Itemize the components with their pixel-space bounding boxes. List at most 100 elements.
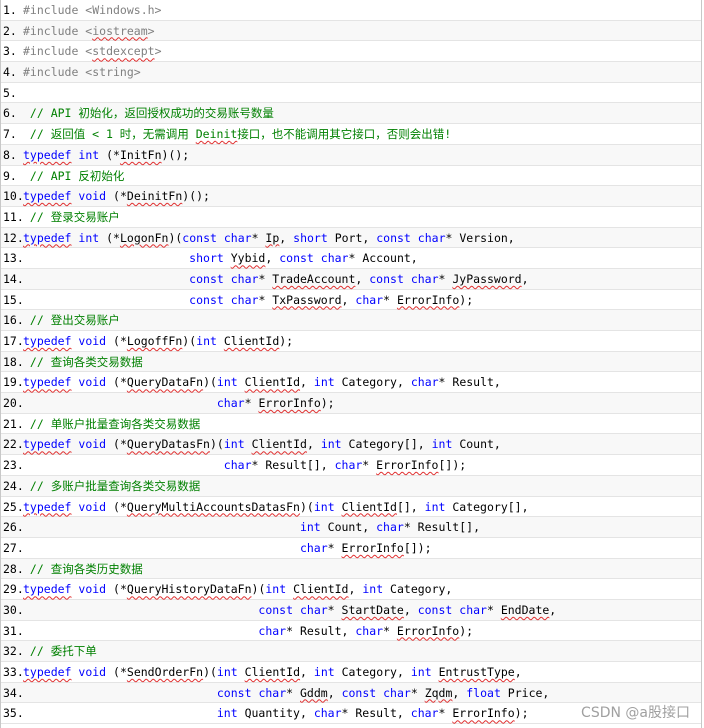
code-token: int xyxy=(223,437,245,452)
code-token: )( xyxy=(182,334,197,348)
code-line: 3. #include <stdexcept> xyxy=(1,41,701,63)
code-token: * Version, xyxy=(445,230,515,245)
code-token: void xyxy=(78,499,107,514)
code-token: const xyxy=(189,292,224,307)
code-line: 15. const char* TxPassword, char* ErrorI… xyxy=(1,290,701,311)
code-line: 2. #include <iostream> xyxy=(1,20,701,42)
code-line: 14. const char* TradeAccount, const char… xyxy=(1,268,701,290)
code-token: Deinit xyxy=(195,127,238,142)
code-token: #include < xyxy=(23,23,93,38)
code-line: 29. typedef void (*QueryHistoryDataFn)(in… xyxy=(1,579,701,600)
code-token: // API 反初始化 xyxy=(23,168,125,183)
code-token: void xyxy=(78,375,107,390)
code-text: // 登录交易账户 xyxy=(23,207,120,227)
code-token: void xyxy=(78,582,107,597)
line-number: 2. xyxy=(3,23,17,38)
code-token: int xyxy=(216,665,238,679)
code-token: int xyxy=(78,147,100,162)
code-token: int xyxy=(299,520,321,535)
code-token: EndDate xyxy=(500,602,550,617)
code-text: // 多账户批量查询各类交易数据 xyxy=(23,476,200,496)
line-number: 35. xyxy=(3,706,24,721)
line-number: 13. xyxy=(3,251,24,266)
code-token: char xyxy=(459,602,487,617)
code-token: , xyxy=(279,230,294,245)
code-token: int xyxy=(410,665,432,679)
code-token: LogonFn xyxy=(119,230,169,245)
code-token: * xyxy=(258,271,273,286)
code-token: , xyxy=(348,582,363,597)
code-token: , xyxy=(300,375,314,390)
code-text: const char* Gddm, const char* Zqdm, floa… xyxy=(23,683,549,703)
code-token: const xyxy=(258,602,294,617)
code-token: const xyxy=(376,230,411,245)
code-token: ErrorInfo xyxy=(396,292,460,307)
code-token: * xyxy=(438,706,453,721)
line-number: 31. xyxy=(3,623,24,638)
code-token: ClientId xyxy=(251,437,307,452)
code-token: // 单账户批量查询各类交易数据 xyxy=(23,416,201,431)
code-token: , xyxy=(265,251,280,266)
code-token: int xyxy=(431,437,453,452)
code-token: Port, xyxy=(327,230,377,245)
code-token: * xyxy=(244,396,259,411)
code-token: DeinitFn xyxy=(126,189,183,204)
line-number: 11. xyxy=(3,209,24,224)
code-token: stdexcept xyxy=(92,44,155,59)
code-token: iostream xyxy=(92,23,148,38)
code-token: []); xyxy=(403,540,432,555)
code-token: Category, xyxy=(383,582,453,597)
line-number: 29. xyxy=(3,582,24,597)
code-token: #include <Windows.h> xyxy=(23,3,162,17)
code-token: (* xyxy=(106,375,127,390)
code-token: * xyxy=(383,292,397,307)
code-token: ClientId xyxy=(341,499,397,514)
code-text: #include <stdexcept> xyxy=(23,41,162,61)
code-token: ); xyxy=(279,334,294,348)
line-number: 8. xyxy=(3,147,17,162)
code-token: char xyxy=(410,271,439,286)
code-token: typedef xyxy=(23,189,72,204)
code-token: * Result, xyxy=(286,623,356,638)
code-text: typedef int (*LogonFn)(const char* Ip, s… xyxy=(23,228,515,248)
line-number: 27. xyxy=(3,540,24,555)
line-number: 21. xyxy=(3,416,24,431)
line-number: 3. xyxy=(3,44,17,59)
line-number: 19. xyxy=(3,375,24,390)
code-token: // 登录交易账户 xyxy=(23,209,120,224)
code-token: * Account, xyxy=(348,251,418,266)
code-token: typedef xyxy=(23,437,72,452)
code-token: Count, xyxy=(320,520,377,535)
code-token: const xyxy=(369,271,404,286)
code-token: void xyxy=(78,189,107,204)
line-number: 9. xyxy=(3,168,17,183)
code-token: ); xyxy=(459,623,474,638)
code-token: * xyxy=(327,540,342,555)
code-token: typedef xyxy=(23,582,72,597)
code-line: 33. typedef void (*SendOrderFn)(int Clien… xyxy=(1,662,701,683)
code-token: char xyxy=(410,706,439,721)
code-token: * xyxy=(362,458,377,473)
line-number: 14. xyxy=(3,271,24,286)
code-token: [], xyxy=(396,499,425,514)
line-number: 26. xyxy=(3,520,24,535)
line-number: 30. xyxy=(3,602,24,617)
line-number: 18. xyxy=(3,354,24,369)
code-token: Ip xyxy=(265,230,280,245)
code-text: char* Result[], char* ErrorInfo[]); xyxy=(23,455,466,475)
code-token: const xyxy=(216,685,252,700)
code-token: int xyxy=(216,706,238,721)
code-token: * xyxy=(410,685,425,700)
line-number: 33. xyxy=(3,665,24,679)
code-token: const xyxy=(341,685,377,700)
code-token: typedef xyxy=(23,334,72,348)
